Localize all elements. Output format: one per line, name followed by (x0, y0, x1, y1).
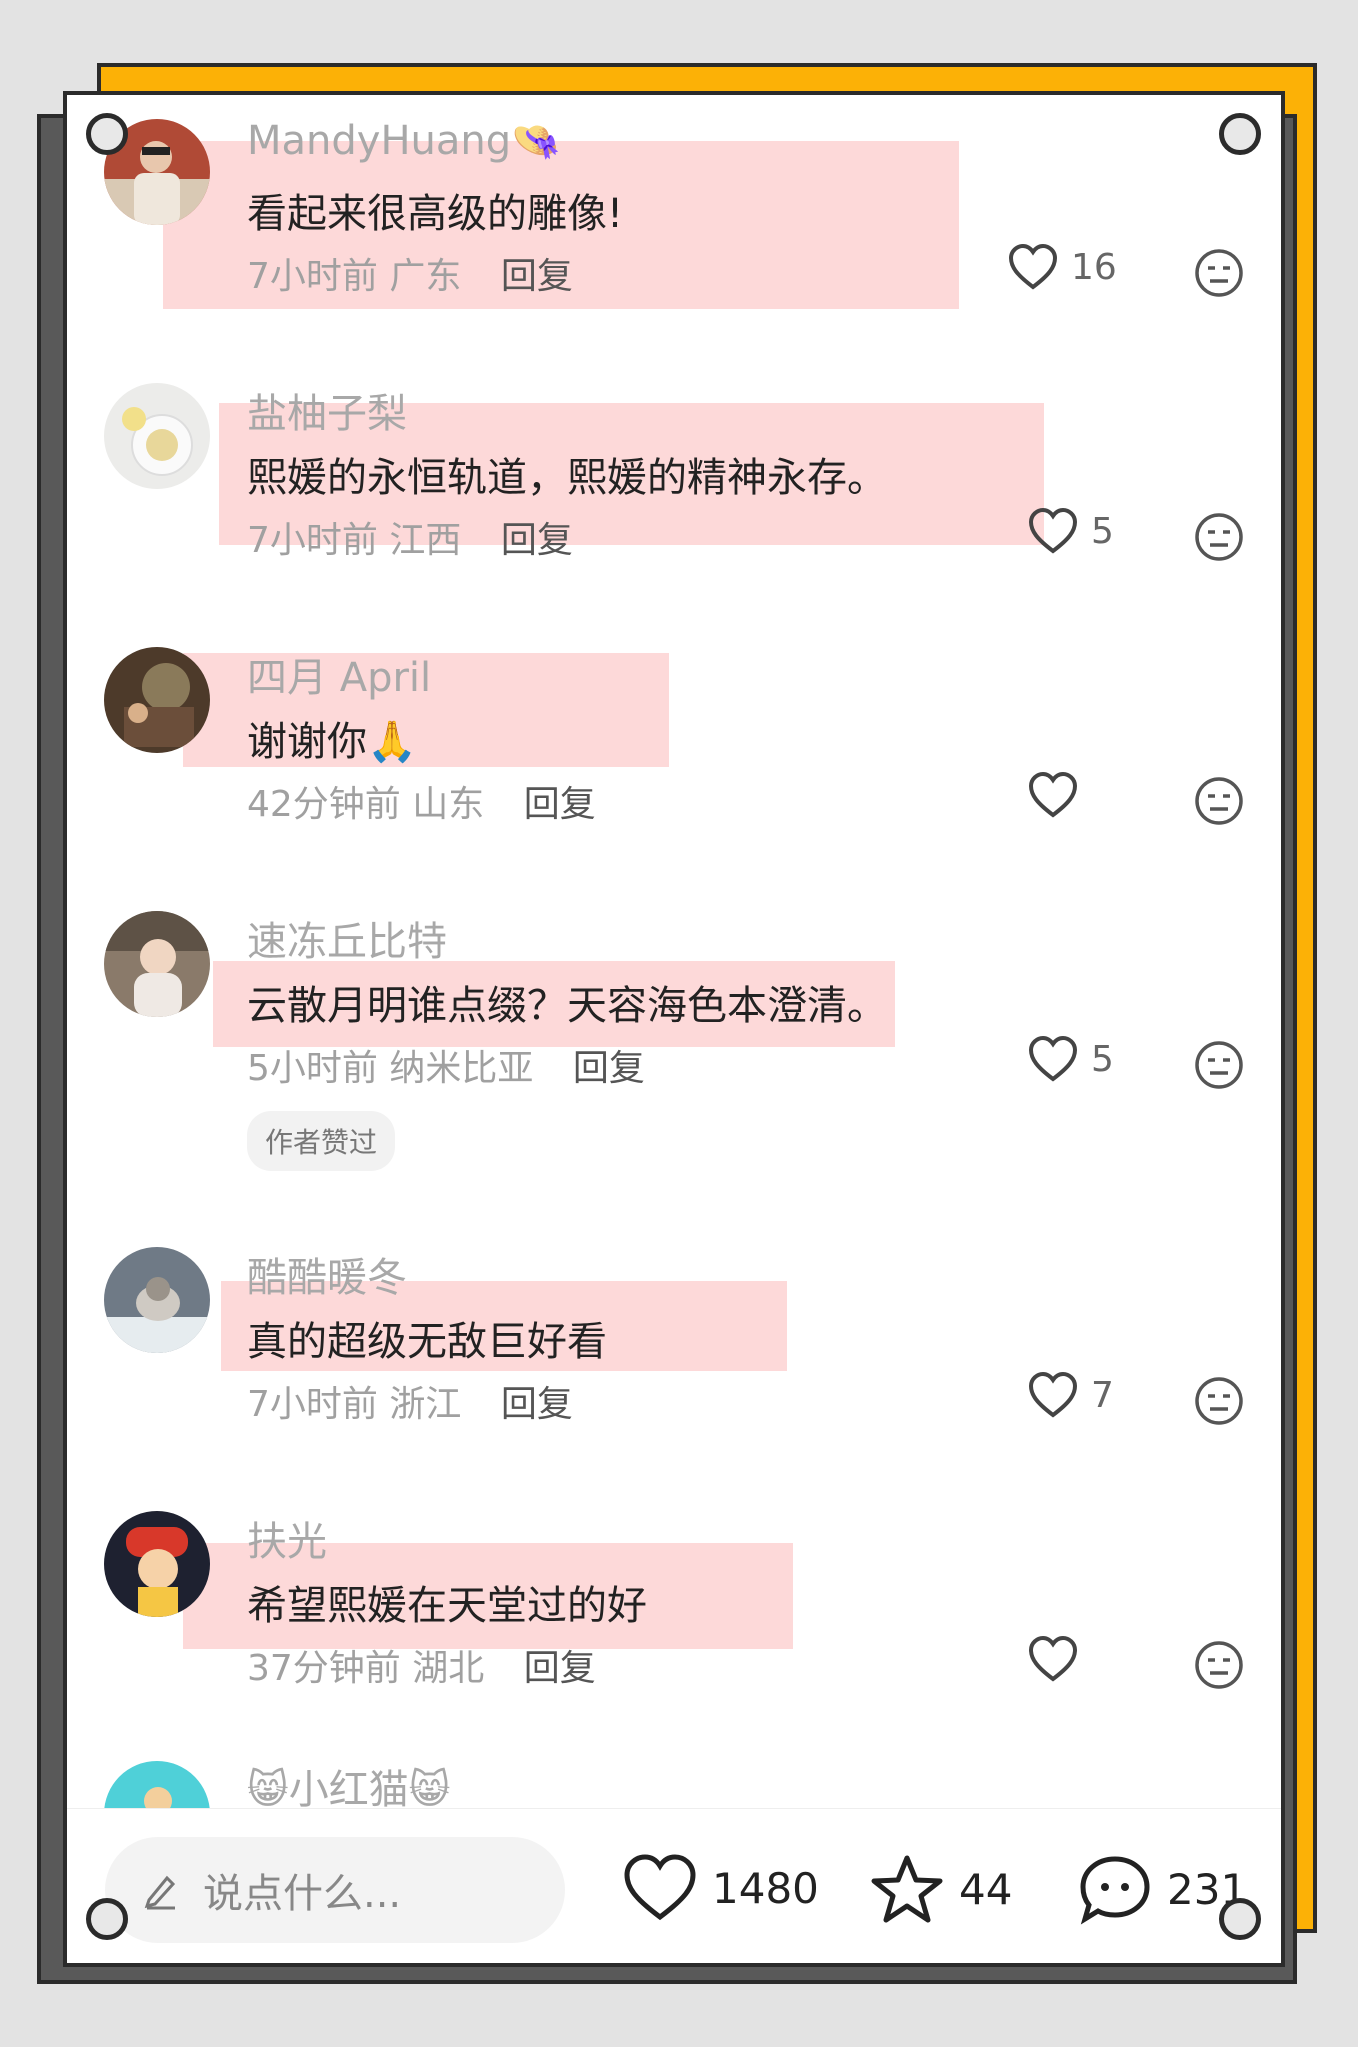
reply-button[interactable]: 回复 (501, 520, 573, 561)
dislike-face-icon[interactable] (1193, 511, 1245, 567)
star-icon (871, 1855, 943, 1923)
comment-text: 云散月明谁点缀？天容海色本澄清。 (247, 983, 887, 1029)
comment-text: 熙媛的永恒轨道，熙媛的精神永存。 (247, 455, 887, 501)
like-button[interactable]: 5 (1027, 1035, 1114, 1083)
like-count: 5 (1091, 1038, 1114, 1080)
avatar[interactable] (104, 647, 210, 753)
comment-location: 山东 (412, 784, 485, 825)
comment-location: 广东 (389, 256, 462, 297)
pin-top-right (1219, 113, 1261, 155)
star-total-button[interactable]: 44 (869, 1853, 1012, 1925)
username[interactable]: MandyHuang👒 (247, 117, 561, 164)
comment-text: 谢谢你🙏 (247, 719, 417, 765)
author-liked-badge: 作者赞过 (247, 1111, 396, 1171)
comment-time: 5小时前 (247, 1048, 378, 1089)
dislike-face-icon[interactable] (1193, 1375, 1245, 1431)
heart-icon (1008, 243, 1058, 290)
reply-button[interactable]: 回复 (501, 1384, 573, 1425)
like-count: 7 (1091, 1374, 1114, 1416)
avatar[interactable] (104, 383, 210, 489)
bottom-action-bar: 说点什么... 1480 44 231 (67, 1808, 1281, 1963)
comment-location: 纳米比亚 (389, 1048, 534, 1089)
like-count: 16 (1071, 246, 1117, 288)
heart-icon (1028, 1035, 1078, 1082)
like-total-button[interactable]: 1480 (622, 1853, 819, 1923)
comment-input-placeholder: 说点什么... (203, 1871, 402, 1917)
comment-meta: 5小时前 纳米比亚 回复 (247, 1039, 645, 1091)
comment-item: 四月 April 谢谢你🙏 42分钟前 山东 回复 (67, 633, 1281, 883)
avatar[interactable] (104, 911, 210, 1017)
comment-panel: MandyHuang👒 看起来很高级的雕像! 7小时前 广东 回复 16 盐柚子… (63, 91, 1285, 1967)
comment-location: 浙江 (389, 1384, 462, 1425)
reply-button[interactable]: 回复 (524, 1648, 596, 1689)
username[interactable]: 扶光 (247, 1509, 327, 1567)
comment-item: 扶光 希望熙媛在天堂过的好 37分钟前 湖北 回复 (67, 1497, 1281, 1747)
comment-item: 速冻丘比特 云散月明谁点缀？天容海色本澄清。 5小时前 纳米比亚 回复 作者赞过… (67, 897, 1281, 1227)
reply-button[interactable]: 回复 (524, 784, 596, 825)
comment-item: 盐柚子梨 熙媛的永恒轨道，熙媛的精神永存。 7小时前 江西 回复 5 (67, 369, 1281, 619)
chat-bubble-icon (1080, 1856, 1150, 1925)
dislike-face-icon[interactable] (1193, 1639, 1245, 1695)
pencil-icon (144, 1875, 176, 1910)
like-count: 5 (1091, 510, 1114, 552)
like-button[interactable]: 7 (1027, 1371, 1114, 1419)
avatar[interactable] (104, 1511, 210, 1617)
heart-icon (1028, 507, 1078, 554)
comment-meta: 37分钟前 湖北 回复 (247, 1639, 596, 1691)
comment-location: 江西 (389, 520, 462, 561)
like-button[interactable] (1027, 771, 1091, 819)
comment-meta: 7小时前 广东 回复 (247, 247, 573, 299)
comment-item: MandyHuang👒 看起来很高级的雕像! 7小时前 广东 回复 16 (67, 105, 1281, 355)
like-button[interactable]: 16 (1007, 243, 1117, 291)
comment-location: 湖北 (412, 1648, 485, 1689)
like-button[interactable] (1027, 1635, 1091, 1683)
pin-bottom-left (86, 1898, 128, 1940)
heart-icon (1028, 1371, 1078, 1418)
pin-bottom-right (1219, 1898, 1261, 1940)
comment-time: 7小时前 (247, 256, 378, 297)
comment-meta: 42分钟前 山东 回复 (247, 775, 596, 827)
pin-top-left (86, 113, 128, 155)
dislike-face-icon[interactable] (1193, 247, 1245, 303)
comment-input[interactable]: 说点什么... (105, 1837, 565, 1943)
username[interactable]: 速冻丘比特 (247, 909, 447, 967)
comment-time: 37分钟前 (247, 1648, 401, 1689)
heart-icon (1028, 771, 1078, 818)
comment-time: 42分钟前 (247, 784, 401, 825)
like-button[interactable]: 5 (1027, 507, 1114, 555)
like-total-count: 1480 (712, 1863, 819, 1913)
comment-time: 7小时前 (247, 520, 378, 561)
comment-text: 真的超级无敌巨好看 (247, 1319, 607, 1365)
comment-meta: 7小时前 浙江 回复 (247, 1375, 573, 1427)
reply-button[interactable]: 回复 (573, 1048, 645, 1089)
username[interactable]: 酷酷暖冬 (247, 1245, 407, 1303)
dislike-face-icon[interactable] (1193, 1039, 1245, 1095)
username[interactable]: 😸小红猫😸 (247, 1757, 450, 1815)
avatar[interactable] (104, 1247, 210, 1353)
comment-meta: 7小时前 江西 回复 (247, 511, 573, 563)
comment-text: 希望熙媛在天堂过的好 (247, 1583, 647, 1629)
comment-time: 7小时前 (247, 1384, 378, 1425)
reply-button[interactable]: 回复 (501, 256, 573, 297)
comment-item: 酷酷暖冬 真的超级无敌巨好看 7小时前 浙江 回复 7 (67, 1233, 1281, 1483)
comment-text: 看起来很高级的雕像! (247, 191, 624, 237)
star-total-count: 44 (959, 1864, 1013, 1914)
username[interactable]: 盐柚子梨 (247, 381, 407, 439)
heart-icon (624, 1854, 696, 1921)
username[interactable]: 四月 April (247, 645, 431, 703)
heart-icon (1028, 1635, 1078, 1682)
dislike-face-icon[interactable] (1193, 775, 1245, 831)
